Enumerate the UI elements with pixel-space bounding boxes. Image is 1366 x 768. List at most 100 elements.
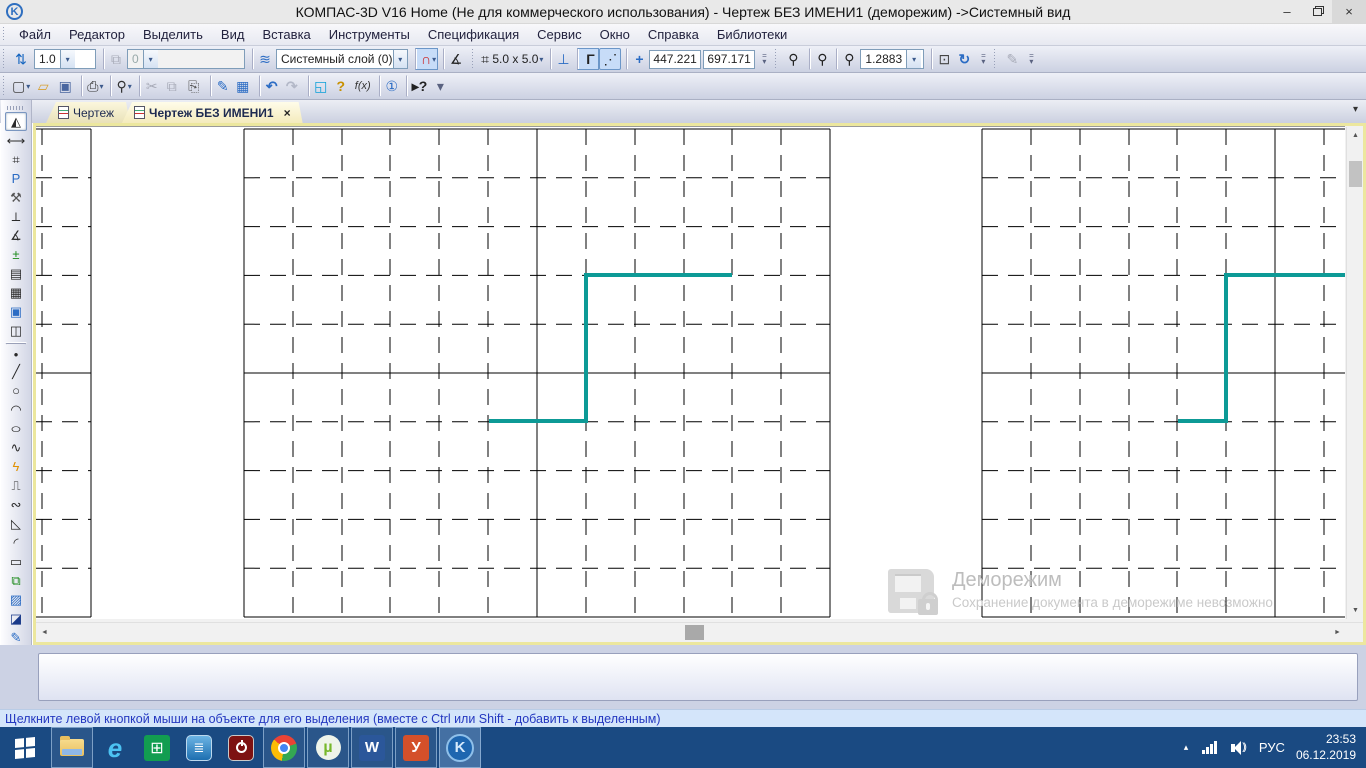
undo-icon[interactable]: ↶ [259, 75, 281, 97]
menu-item[interactable]: Окно [591, 25, 639, 44]
rectangle-tool[interactable]: ▭ [5, 552, 27, 571]
horizontal-scrollbar[interactable]: ◄ ► [36, 622, 1363, 642]
start-button[interactable] [0, 727, 50, 768]
zoom-in-out-icon[interactable]: ⚲ [836, 48, 858, 70]
help-topics-icon[interactable]: ? [330, 75, 352, 97]
menu-item[interactable]: Справка [639, 25, 708, 44]
construction-designations-tool[interactable]: Р [5, 169, 27, 188]
toolbar-grip[interactable] [2, 49, 7, 69]
network-icon[interactable] [1202, 741, 1217, 754]
zoom-scale-combo[interactable]: 1.2883▾ [860, 49, 924, 69]
taskbar-word[interactable]: W [351, 727, 393, 768]
chevron-down-icon[interactable]: ▾ [60, 50, 75, 68]
tab-close-icon[interactable]: × [284, 106, 291, 120]
print-icon[interactable]: ⎙ [81, 75, 105, 97]
volume-icon[interactable]: )) [1231, 741, 1245, 755]
preview-icon[interactable]: ⚲ [110, 75, 133, 97]
layers-icon[interactable]: ≋ [252, 48, 274, 70]
zoom-by-frame-icon[interactable]: ⚲ [782, 48, 804, 70]
clock[interactable]: 23:53 06.12.2019 [1296, 732, 1356, 763]
format-brush-icon[interactable]: ✎ [210, 75, 232, 97]
restore-button[interactable] [1302, 0, 1332, 23]
contour-tool[interactable]: ⧉ [5, 571, 27, 590]
toolbar-overflow-icon[interactable]: =▾ [1025, 53, 1037, 66]
toolbar-grip[interactable] [7, 106, 25, 110]
scroll-up-icon[interactable]: ▲ [1347, 127, 1364, 144]
chevron-down-icon[interactable]: ▾ [393, 50, 408, 68]
polyline-tool[interactable]: ⎍ [5, 476, 27, 495]
spline-tool[interactable]: ∿ [5, 438, 27, 457]
chamfer-tool[interactable]: ◺ [5, 514, 27, 533]
x-coordinate-field[interactable]: 447.221 [649, 50, 701, 69]
y-coordinate-field[interactable]: 697.171 [703, 50, 755, 69]
taskbar-app-y[interactable]: У [395, 727, 437, 768]
taskbar-store[interactable]: ⊞ [136, 727, 178, 768]
menu-item[interactable]: Библиотеки [708, 25, 796, 44]
variables-icon[interactable]: ① [379, 75, 401, 97]
document-tab[interactable]: Чертеж БЕЗ ИМЕНИ1 × [122, 102, 303, 123]
vertical-scroll-thumb[interactable] [1349, 161, 1362, 187]
toolbar-overflow-icon[interactable]: =▾ [977, 53, 989, 66]
taskbar-power-app[interactable] [220, 727, 262, 768]
zoom-area-icon[interactable]: ⚲ [809, 48, 831, 70]
horizontal-scroll-thumb[interactable] [685, 625, 704, 640]
language-indicator[interactable]: РУС [1259, 740, 1285, 755]
tab-list-dropdown-icon[interactable]: ▾ [1353, 104, 1358, 115]
minimize-button[interactable]: – [1272, 0, 1302, 23]
toolbar-overflow-icon[interactable]: =▾ [758, 53, 770, 66]
save-icon[interactable]: ▣ [54, 75, 76, 97]
redo-icon[interactable]: ↷ [281, 75, 303, 97]
arc-tool[interactable]: ◠ [5, 400, 27, 419]
specification-tool[interactable]: ▤ [5, 264, 27, 283]
copy-icon[interactable]: ⧉ [161, 75, 183, 97]
taskbar-kompas[interactable]: K [439, 727, 481, 768]
insert-view-tool[interactable]: ▣ [5, 302, 27, 321]
taskbar-utorrent[interactable]: µ [307, 727, 349, 768]
snap-magnet-icon[interactable]: ∩ [415, 48, 438, 70]
taskbar-system-tool[interactable]: ≣ [178, 727, 220, 768]
toolbar-grip[interactable] [774, 49, 779, 69]
toolbar-grip[interactable] [993, 49, 998, 69]
close-button[interactable]: × [1332, 0, 1366, 23]
fit-document-icon[interactable]: ⊡ [931, 48, 953, 70]
ortho-mode-toggle[interactable]: Γ [577, 48, 599, 70]
paste-icon[interactable]: ⎘ [183, 75, 205, 97]
menu-item[interactable]: Выделить [134, 25, 212, 44]
new-doc-icon[interactable]: ▢ [10, 75, 32, 97]
selection-tool[interactable]: ± [5, 245, 27, 264]
menu-item[interactable]: Файл [10, 25, 60, 44]
point-tool[interactable]: • [5, 343, 27, 362]
reports-tool[interactable]: ▦ [5, 283, 27, 302]
local-cs-icon[interactable]: ⊥ [550, 48, 572, 70]
vertical-scrollbar[interactable]: ▲ ▼ [1346, 127, 1363, 619]
grid-settings-button[interactable]: ⌗ 5.0 x 5.0 [479, 48, 545, 70]
hatch-tool[interactable]: ▨ [5, 590, 27, 609]
bezier-tool[interactable]: ∾ [5, 495, 27, 514]
continuous-input-tool[interactable]: ϟ [5, 457, 27, 476]
open-icon[interactable]: ▱ [32, 75, 54, 97]
angle-snap-icon[interactable]: ∡ [443, 48, 465, 70]
rounding-toggle[interactable]: ⋰ [599, 48, 621, 70]
scroll-left-icon[interactable]: ◄ [36, 624, 53, 641]
scroll-right-icon[interactable]: ► [1329, 624, 1346, 641]
cursor-step-combo[interactable]: 1.0▾ [34, 49, 96, 69]
cut-icon[interactable]: ✂ [139, 75, 161, 97]
menu-item[interactable]: Сервис [528, 25, 591, 44]
toolbar-grip[interactable] [471, 49, 476, 69]
taskbar-internet-explorer[interactable]: e [94, 727, 136, 768]
measurement-tool[interactable]: ∡ [5, 226, 27, 245]
drawing-canvas[interactable]: Деморежим Сохранение документа в демореж… [36, 126, 1345, 619]
fillet-tool[interactable]: ◜ [5, 533, 27, 552]
context-help-icon[interactable]: ▸? [406, 75, 430, 97]
circle-tool[interactable]: ○ [5, 381, 27, 400]
segment-tool[interactable]: ╱ [5, 362, 27, 381]
menu-item[interactable]: Редактор [60, 25, 134, 44]
fill-tool[interactable]: ◪ [5, 609, 27, 628]
taskbar-chrome[interactable] [263, 727, 305, 768]
current-layer-combo[interactable]: Системный слой (0)▾ [276, 49, 408, 69]
refresh-view-icon[interactable]: ↻ [953, 48, 975, 70]
window-layout-icon[interactable]: ◱ [308, 75, 330, 97]
designations-tool[interactable]: ⌗ [5, 150, 27, 169]
geometry-tool[interactable]: ◭ [5, 112, 27, 131]
scroll-down-icon[interactable]: ▼ [1347, 602, 1364, 619]
